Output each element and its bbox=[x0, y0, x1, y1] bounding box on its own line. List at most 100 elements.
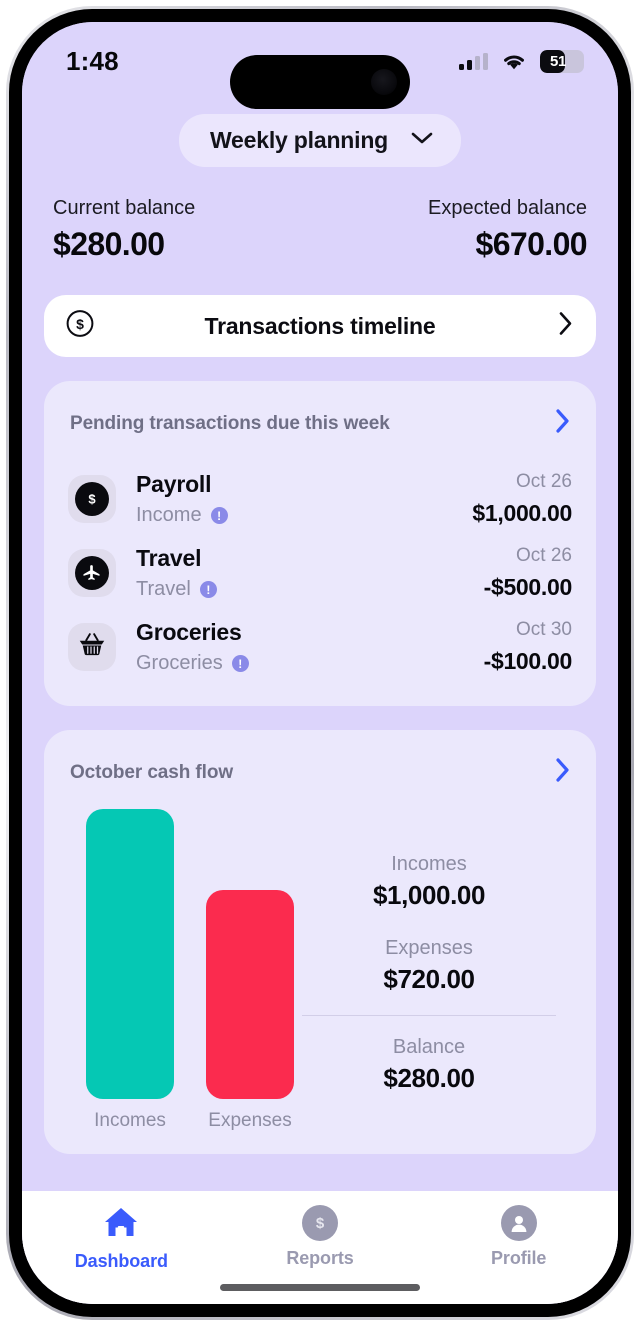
nav-item-reports[interactable]: $ Reports bbox=[221, 1205, 420, 1269]
status-bar-indicators: 51 bbox=[459, 49, 584, 73]
plan-selector-row: Weekly planning bbox=[22, 100, 618, 167]
app-content: Weekly planning Current balance $280.00 … bbox=[22, 100, 618, 1191]
info-icon[interactable]: ! bbox=[210, 507, 228, 524]
nav-item-profile[interactable]: Profile bbox=[419, 1205, 618, 1269]
transactions-timeline-label: Transactions timeline bbox=[204, 312, 436, 339]
transaction-subtitle: Income ! bbox=[136, 504, 472, 527]
stat-label: Expenses bbox=[385, 937, 473, 959]
bar-incomes bbox=[86, 809, 174, 1099]
svg-text:$: $ bbox=[88, 492, 96, 507]
expected-balance-value: $670.00 bbox=[475, 226, 588, 262]
pending-transactions-title: Pending transactions due this week bbox=[70, 412, 390, 434]
stats-divider bbox=[302, 1015, 556, 1016]
cash-flow-title: October cash flow bbox=[70, 761, 234, 783]
phone-frame: 1:48 51 Weekly planning Current balance … bbox=[6, 6, 634, 1320]
nav-item-dashboard[interactable]: Dashboard bbox=[22, 1205, 221, 1272]
cash-flow-stats: Incomes $1,000.00 Expenses $720.00 Balan… bbox=[294, 853, 574, 1132]
battery-icon: 51 bbox=[540, 49, 584, 73]
transaction-category: Travel bbox=[136, 578, 191, 600]
nav-label-reports: Reports bbox=[286, 1248, 354, 1268]
table-row[interactable]: Travel Travel ! Oct 26 -$500.00 bbox=[66, 536, 574, 610]
nav-label-dashboard: Dashboard bbox=[74, 1251, 168, 1271]
chevron-right-icon[interactable] bbox=[554, 407, 572, 440]
nav-label-profile: Profile bbox=[491, 1248, 547, 1268]
shopping-basket-icon bbox=[77, 630, 107, 665]
transaction-meta: Oct 30 -$100.00 bbox=[483, 619, 573, 675]
phone-bezel: 1:48 51 Weekly planning Current balance … bbox=[9, 9, 631, 1317]
phone-screen: 1:48 51 Weekly planning Current balance … bbox=[22, 22, 618, 1304]
stat-value: $280.00 bbox=[383, 1063, 475, 1093]
plan-selector-label: Weekly planning bbox=[209, 127, 389, 153]
stat-value: $720.00 bbox=[383, 964, 475, 994]
balances-row: Current balance $280.00 Expected balance… bbox=[22, 167, 618, 263]
table-row[interactable]: Groceries Groceries ! Oct 30 -$100.00 bbox=[66, 610, 574, 684]
transaction-icon-tile: $ bbox=[68, 475, 116, 523]
wifi-icon bbox=[501, 52, 527, 71]
transaction-amount: -$500.00 bbox=[483, 574, 573, 600]
cash-flow-card: October cash flow Incomes Expenses Incom… bbox=[44, 730, 596, 1154]
current-balance-value: $280.00 bbox=[53, 226, 165, 262]
cellular-signal-icon bbox=[459, 52, 488, 70]
transaction-info: Payroll Income ! bbox=[116, 471, 472, 527]
home-icon bbox=[102, 1205, 140, 1244]
transaction-meta: Oct 26 $1,000.00 bbox=[472, 471, 572, 527]
bar-column-expenses: Expenses bbox=[206, 890, 294, 1132]
current-balance-block: Current balance $280.00 bbox=[53, 196, 195, 263]
stat-balance: Balance $280.00 bbox=[294, 1036, 564, 1094]
transaction-icon-tile bbox=[68, 623, 116, 671]
home-indicator[interactable] bbox=[220, 1284, 420, 1291]
dollar-icon: $ bbox=[75, 482, 109, 516]
transaction-date: Oct 30 bbox=[516, 619, 572, 640]
transaction-date: Oct 26 bbox=[516, 471, 572, 492]
svg-text:$: $ bbox=[76, 316, 84, 332]
cash-flow-body: Incomes Expenses Incomes $1,000.00 Expen… bbox=[66, 809, 574, 1132]
airplane-icon bbox=[75, 556, 109, 590]
info-icon[interactable]: ! bbox=[231, 655, 249, 672]
transaction-subtitle: Groceries ! bbox=[136, 652, 484, 675]
bar-column-incomes: Incomes bbox=[86, 809, 174, 1132]
transaction-info: Groceries Groceries ! bbox=[116, 619, 484, 675]
cash-flow-bar-chart: Incomes Expenses bbox=[66, 809, 294, 1132]
cash-flow-header[interactable]: October cash flow bbox=[66, 756, 574, 789]
current-balance-label: Current balance bbox=[53, 197, 196, 219]
dollar-circle-icon: $ bbox=[302, 1205, 338, 1241]
plan-selector-dropdown[interactable]: Weekly planning bbox=[178, 114, 462, 167]
bar-label-incomes: Incomes bbox=[94, 1110, 166, 1131]
status-bar-clock: 1:48 bbox=[66, 45, 119, 76]
chevron-right-icon[interactable] bbox=[554, 756, 572, 789]
transaction-meta: Oct 26 -$500.00 bbox=[483, 545, 573, 601]
stat-value: $1,000.00 bbox=[372, 880, 486, 910]
transaction-name: Payroll bbox=[136, 471, 212, 497]
transaction-info: Travel Travel ! bbox=[116, 545, 484, 601]
pending-transactions-list: $ Payroll Income ! Oct 26 $1,000.00 Trav… bbox=[66, 462, 574, 684]
transaction-amount: -$100.00 bbox=[483, 648, 573, 674]
info-icon[interactable]: ! bbox=[199, 581, 217, 598]
pending-transactions-card: Pending transactions due this week $ Pay… bbox=[44, 381, 596, 706]
chevron-down-icon bbox=[410, 131, 434, 150]
transactions-timeline-button[interactable]: $ Transactions timeline bbox=[44, 295, 596, 357]
pending-transactions-header[interactable]: Pending transactions due this week bbox=[66, 407, 574, 440]
transaction-name: Groceries bbox=[136, 619, 242, 645]
stat-label: Balance bbox=[392, 1036, 466, 1058]
dollar-circle-icon: $ bbox=[65, 309, 95, 344]
transaction-date: Oct 26 bbox=[516, 545, 572, 566]
expected-balance-label: Expected balance bbox=[427, 197, 587, 219]
chevron-right-icon bbox=[558, 311, 574, 342]
transaction-icon-tile bbox=[68, 549, 116, 597]
screenshot-root: 1:48 51 Weekly planning Current balance … bbox=[0, 0, 640, 1326]
transaction-category: Income bbox=[136, 504, 202, 526]
stat-label: Incomes bbox=[391, 853, 467, 875]
transaction-category: Groceries bbox=[136, 652, 223, 674]
svg-text:$: $ bbox=[316, 1215, 325, 1232]
battery-level-label: 51 bbox=[549, 52, 567, 70]
stat-expenses: Expenses $720.00 bbox=[294, 937, 564, 995]
expected-balance-block: Expected balance $670.00 bbox=[427, 196, 588, 263]
bar-label-expenses: Expenses bbox=[208, 1110, 292, 1131]
person-icon bbox=[500, 1205, 537, 1241]
bar-expenses bbox=[206, 890, 294, 1099]
transaction-name: Travel bbox=[136, 545, 202, 571]
transaction-amount: $1,000.00 bbox=[472, 500, 572, 526]
app-root: 1:48 51 Weekly planning Current balance … bbox=[22, 22, 618, 1304]
stat-incomes: Incomes $1,000.00 bbox=[294, 853, 564, 911]
table-row[interactable]: $ Payroll Income ! Oct 26 $1,000.00 bbox=[66, 462, 574, 536]
